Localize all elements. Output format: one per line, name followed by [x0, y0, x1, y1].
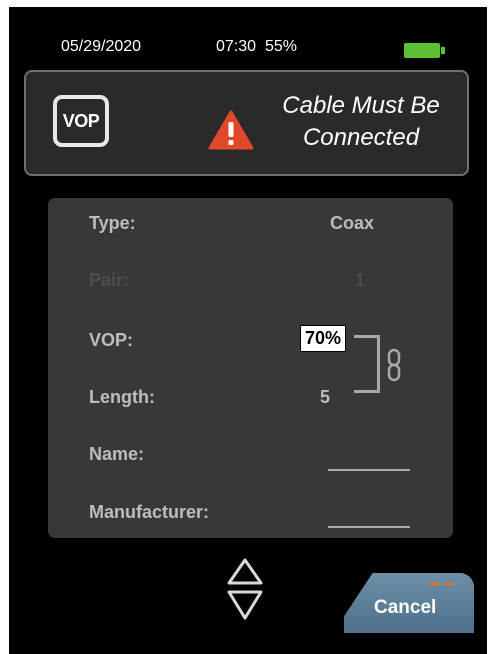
name-input-line[interactable] — [328, 469, 410, 471]
status-time: 07:30 — [216, 38, 257, 55]
vop-icon-label: VOP — [62, 110, 100, 131]
indicator-dot — [444, 582, 454, 585]
manufacturer-input-line[interactable] — [328, 526, 410, 528]
length-value: 5 — [320, 387, 331, 407]
manufacturer-row[interactable]: Manufacturer: — [48, 502, 453, 526]
device-screen: 05/29/2020 07:30 55% VOP Cable Must Be C… — [9, 7, 487, 654]
warning-banner: VOP Cable Must Be Connected — [24, 70, 469, 176]
banner-message-line1: Cable Must Be — [282, 92, 440, 119]
battery-percent: 55% — [265, 38, 298, 55]
type-value: Coax — [330, 213, 375, 233]
length-label: Length: — [89, 387, 155, 407]
type-label: Type: — [89, 213, 136, 233]
warning-triangle-icon — [208, 110, 254, 150]
status-bar: 05/29/2020 07:30 55% — [9, 31, 487, 61]
pair-label: Pair: — [89, 270, 130, 290]
pair-row: Pair: 1 — [48, 270, 453, 294]
up-down-arrows-icon[interactable] — [226, 556, 264, 622]
banner-message-line2: Connected — [302, 124, 420, 151]
type-row[interactable]: Type: Coax — [48, 213, 453, 237]
vop-label: VOP: — [89, 330, 134, 350]
link-chain-icon[interactable] — [387, 348, 401, 382]
pair-value: 1 — [355, 270, 366, 290]
banner-message: Cable Must Be Connected — [261, 90, 461, 154]
cancel-button-label: Cancel — [374, 597, 437, 618]
vop-value-field[interactable]: 70% — [300, 325, 346, 352]
battery-icon — [404, 43, 445, 58]
status-date: 05/29/2020 — [61, 38, 142, 55]
name-row[interactable]: Name: — [48, 444, 453, 468]
manufacturer-label: Manufacturer: — [89, 502, 210, 522]
vop-length-link-bracket — [354, 335, 380, 393]
indicator-dot — [430, 582, 440, 585]
name-label: Name: — [89, 444, 145, 464]
cancel-button[interactable]: Cancel — [344, 573, 474, 633]
length-row[interactable]: Length: 5 — [48, 387, 453, 411]
vop-icon: VOP — [53, 95, 109, 147]
cable-settings-panel: Type: Coax Pair: 1 VOP: 70% Length: 5 Na… — [48, 198, 453, 538]
